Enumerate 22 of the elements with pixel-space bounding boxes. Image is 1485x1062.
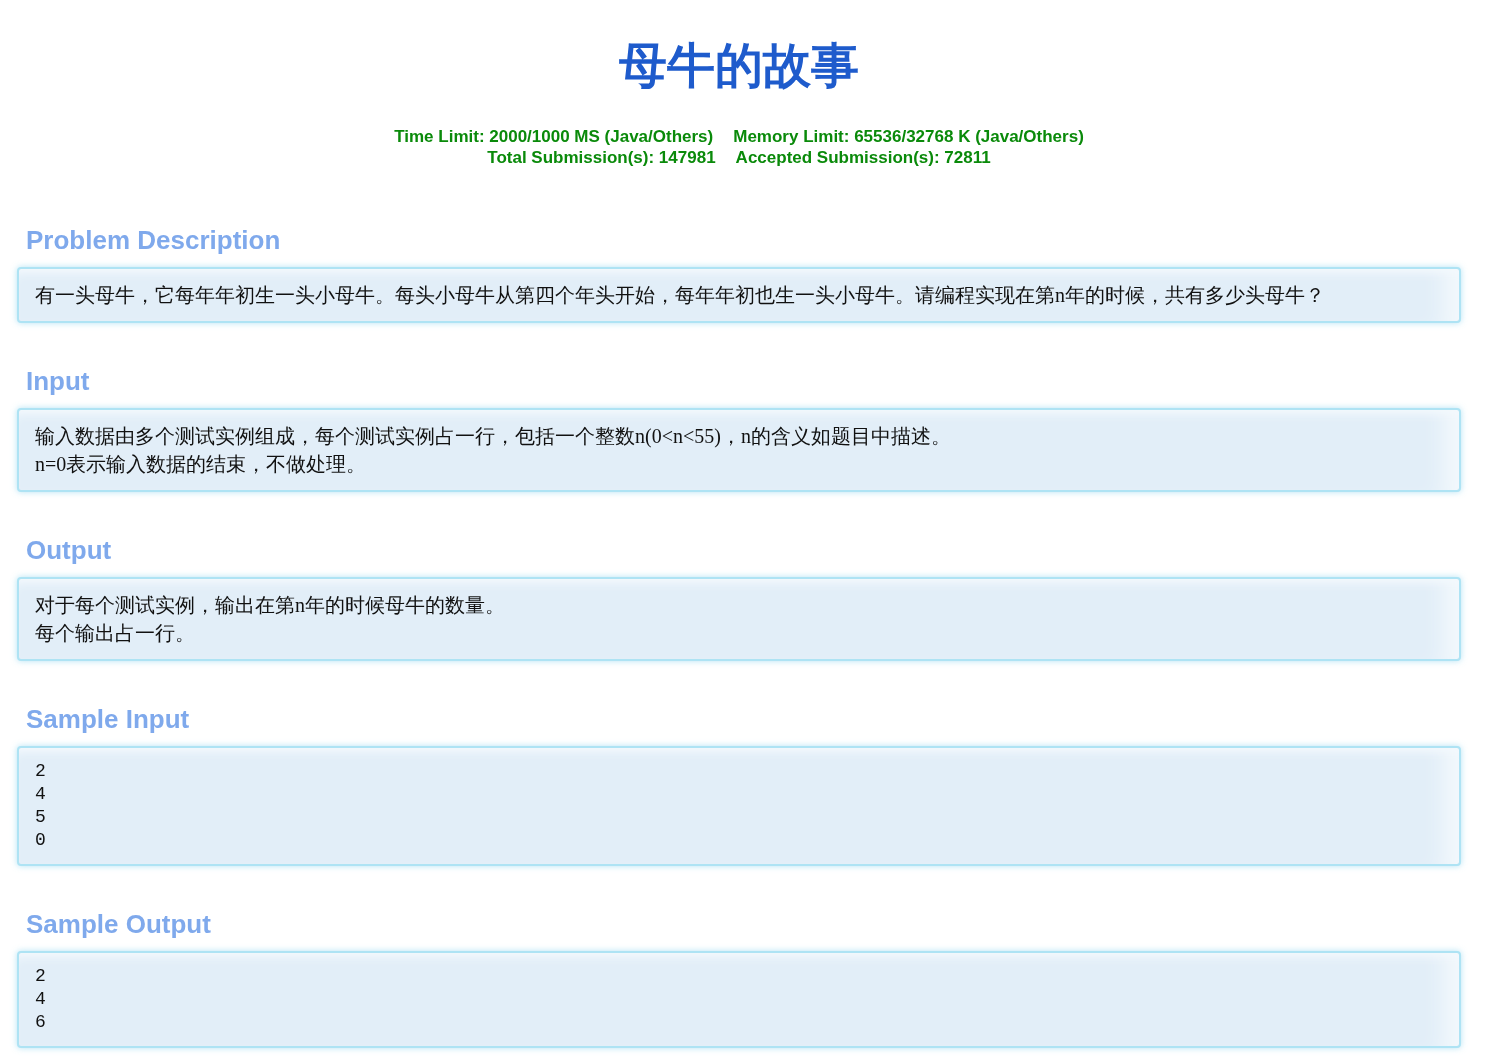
- section-heading: Sample Output: [26, 909, 211, 939]
- sample-data-line: 4: [35, 988, 46, 1011]
- sample-data-line: 2: [35, 760, 46, 783]
- sample-data-line: 2: [35, 965, 46, 988]
- sample-data-line: 0: [35, 829, 46, 852]
- section-text: 对于每个测试实例，输出在第n年的时候母牛的数量。: [35, 593, 505, 618]
- section-text: 有一头母牛，它每年年初生一头小母牛。每头小母牛从第四个年头开始，每年年初也生一头小母牛。请编程实现在第n年的时候，共有多少头母牛？: [35, 283, 1325, 308]
- stat-text: Memory Limit: 65536/32768 K (Java/Others): [733, 126, 1084, 147]
- stat-text: Total Submission(s): 147981: [487, 147, 716, 168]
- problem-title: 母牛的故事: [619, 37, 859, 93]
- section-heading: Input: [26, 366, 90, 396]
- section-heading: Sample Input: [26, 704, 190, 734]
- section-text: 输入数据由多个测试实例组成，每个测试实例占一行，包括一个整数n(0<n<55)，n的含义如题目中描述。: [35, 424, 951, 450]
- stat-text: Time Limit: 2000/1000 MS (Java/Others): [394, 126, 714, 147]
- sample-data-line: 5: [35, 806, 46, 829]
- sample-data-line: 6: [35, 1011, 46, 1034]
- section-heading: Problem Description: [26, 225, 281, 255]
- stat-text: Accepted Submission(s): 72811: [735, 147, 991, 168]
- section-text: n=0表示输入数据的结束，不做处理。: [35, 452, 367, 477]
- sample-data-line: 4: [35, 783, 46, 806]
- section-text: 每个输出占一行。: [35, 621, 195, 646]
- section-heading: Output: [26, 535, 112, 565]
